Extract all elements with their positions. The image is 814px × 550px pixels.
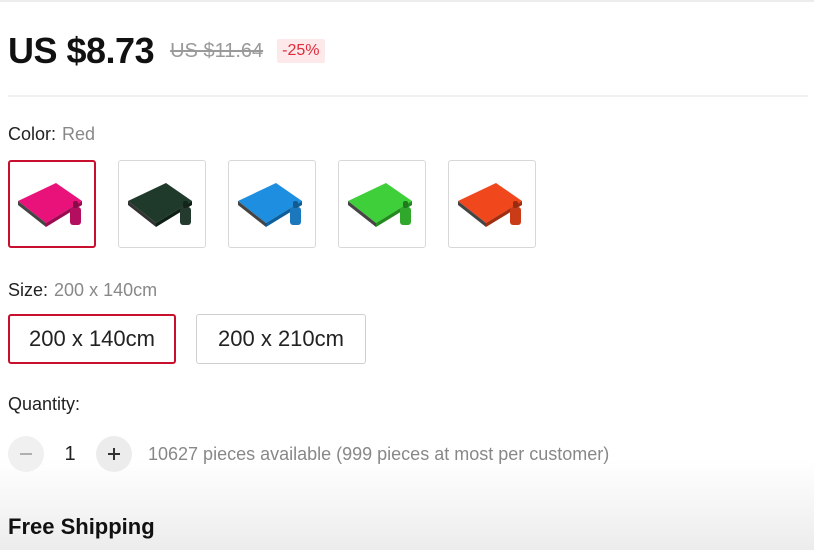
- size-selected-value: 200 x 140cm: [54, 280, 158, 300]
- color-selected-value: Red: [62, 124, 96, 144]
- color-swatch-blue[interactable]: [228, 160, 316, 248]
- color-swatches: [8, 160, 558, 248]
- mat-thumbnail-icon: [348, 183, 412, 227]
- top-divider: [0, 0, 814, 2]
- color-swatch-orange[interactable]: [448, 160, 536, 248]
- size-option-200x140[interactable]: 200 x 140cm: [8, 314, 176, 364]
- mat-thumbnail-icon: [458, 183, 522, 227]
- mat-thumbnail-icon: [128, 183, 192, 227]
- color-swatch-dark-green[interactable]: [118, 160, 206, 248]
- free-shipping-label: Free Shipping: [8, 514, 155, 539]
- price-divider: [8, 95, 808, 97]
- color-swatch-magenta[interactable]: [8, 160, 96, 248]
- size-options: 200 x 140cm 200 x 210cm: [8, 314, 386, 364]
- size-label-row: Size: 200 x 140cm: [8, 280, 157, 301]
- current-price: US $8.73: [8, 30, 155, 71]
- color-label-row: Color: Red: [8, 124, 95, 145]
- size-label: Size:: [8, 280, 49, 300]
- color-label: Color:: [8, 124, 57, 144]
- original-price: US $11.64: [170, 39, 264, 62]
- price-row: US $8.73 US $11.64 -25%: [8, 30, 325, 72]
- quantity-label: Quantity:: [8, 394, 81, 414]
- discount-badge: -25%: [277, 39, 325, 63]
- mat-thumbnail-icon: [18, 183, 82, 227]
- mat-thumbnail-icon: [238, 183, 302, 227]
- color-swatch-green[interactable]: [338, 160, 426, 248]
- size-option-200x210[interactable]: 200 x 210cm: [196, 314, 366, 364]
